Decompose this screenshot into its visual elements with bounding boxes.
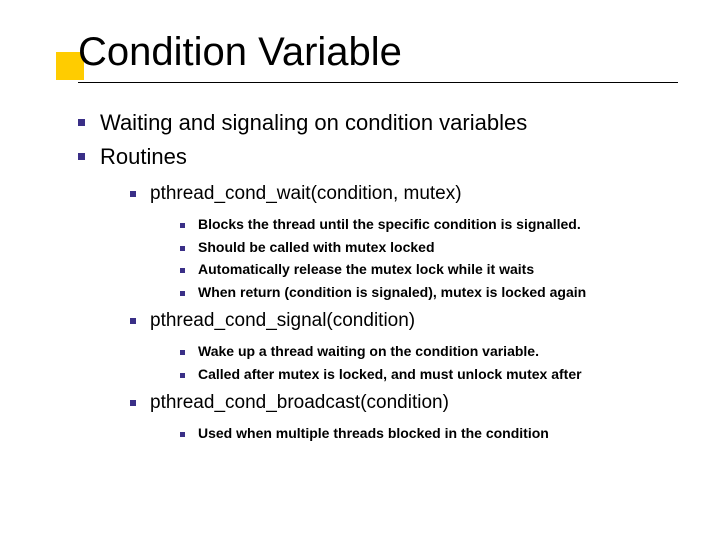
- list-item: Waiting and signaling on condition varia…: [78, 108, 690, 138]
- slide-body: Waiting and signaling on condition varia…: [78, 108, 690, 449]
- detail-text: Wake up a thread waiting on the conditio…: [198, 343, 539, 359]
- detail-text: Called after mutex is locked, and must u…: [198, 366, 582, 382]
- level3-list: Wake up a thread waiting on the conditio…: [180, 342, 690, 384]
- routine-name: pthread_cond_signal(condition): [150, 310, 415, 331]
- list-item: Used when multiple threads blocked in th…: [180, 424, 690, 444]
- slide-title: Condition Variable: [38, 30, 690, 74]
- list-item: pthread_cond_wait(condition, mutex) Bloc…: [130, 181, 690, 302]
- detail-text: Used when multiple threads blocked in th…: [198, 425, 549, 441]
- routine-name: pthread_cond_wait(condition, mutex): [150, 183, 462, 204]
- list-item: pthread_cond_broadcast(condition) Used w…: [130, 390, 690, 443]
- level2-list: pthread_cond_wait(condition, mutex) Bloc…: [130, 181, 690, 443]
- list-item: Should be called with mutex locked: [180, 238, 690, 258]
- title-area: Condition Variable: [38, 30, 690, 91]
- list-item: pthread_cond_signal(condition) Wake up a…: [130, 308, 690, 384]
- level3-list: Used when multiple threads blocked in th…: [180, 424, 690, 444]
- detail-text: Blocks the thread until the specific con…: [198, 216, 581, 232]
- level1-list: Waiting and signaling on condition varia…: [78, 108, 690, 443]
- list-item: Wake up a thread waiting on the conditio…: [180, 342, 690, 362]
- list-item-text: Waiting and signaling on condition varia…: [100, 110, 527, 135]
- list-item: When return (condition is signaled), mut…: [180, 283, 690, 303]
- list-item: Automatically release the mutex lock whi…: [180, 260, 690, 280]
- list-item: Routines pthread_cond_wait(condition, mu…: [78, 142, 690, 444]
- detail-text: When return (condition is signaled), mut…: [198, 284, 586, 300]
- title-underline: [78, 82, 678, 83]
- list-item-text: Routines: [100, 144, 187, 169]
- slide: Condition Variable Waiting and signaling…: [0, 0, 720, 540]
- list-item: Blocks the thread until the specific con…: [180, 215, 690, 235]
- detail-text: Should be called with mutex locked: [198, 239, 435, 255]
- routine-name: pthread_cond_broadcast(condition): [150, 392, 449, 413]
- detail-text: Automatically release the mutex lock whi…: [198, 261, 534, 277]
- level3-list: Blocks the thread until the specific con…: [180, 215, 690, 302]
- list-item: Called after mutex is locked, and must u…: [180, 365, 690, 385]
